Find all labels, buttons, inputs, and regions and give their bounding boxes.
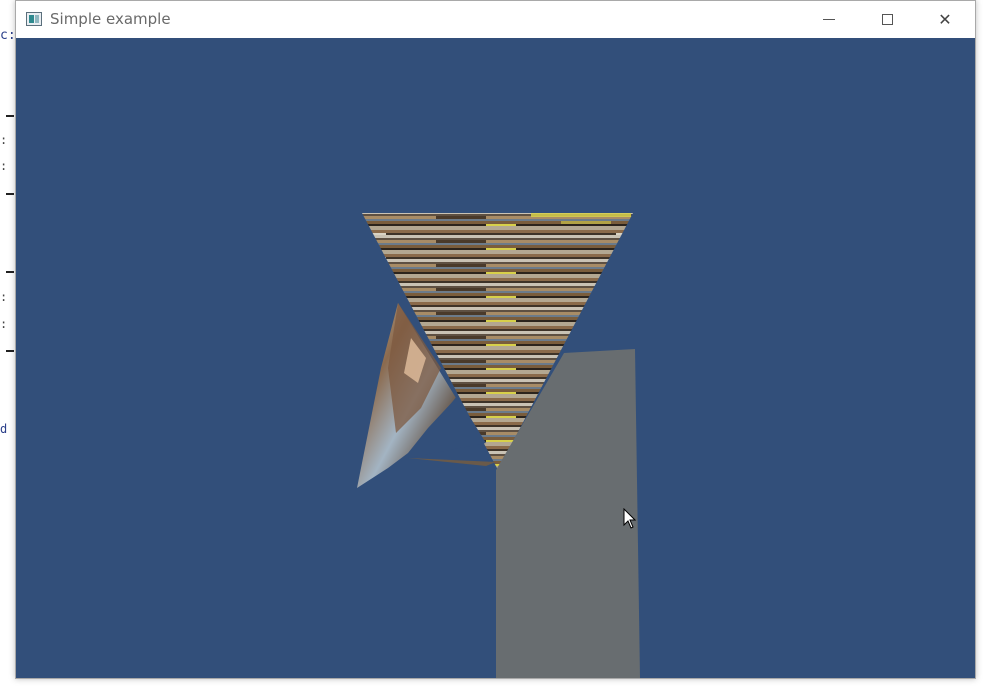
editor-colon-marker: : — [0, 133, 8, 147]
maximize-icon — [881, 14, 893, 25]
texture-highlight — [531, 213, 631, 217]
thin-sliver — [408, 458, 496, 466]
editor-text-fragment: d — [0, 422, 8, 436]
minimize-icon — [823, 19, 835, 20]
app-window: Simple example ✕ — [15, 0, 976, 679]
editor-colon-marker: : — [0, 159, 8, 173]
rendered-scene — [357, 213, 640, 678]
close-icon: ✕ — [938, 10, 952, 29]
window-title: Simple example — [50, 10, 171, 28]
background-editor-bottom — [0, 680, 990, 700]
editor-dash-marker — [6, 115, 14, 117]
editor-dash-marker — [6, 350, 14, 352]
mouse-cursor-icon — [623, 508, 637, 529]
close-button[interactable]: ✕ — [916, 1, 974, 38]
render-viewport[interactable] — [16, 38, 975, 678]
editor-colon-marker: : — [0, 317, 8, 331]
editor-dash-marker — [6, 271, 14, 273]
maximize-button[interactable] — [858, 1, 916, 38]
editor-dash-marker — [6, 193, 14, 195]
background-code-editor: c:3 : : : : d — [0, 0, 23, 700]
background-editor-right — [976, 0, 990, 700]
app-icon[interactable] — [26, 12, 42, 26]
desktop: c:3 : : : : d Simple example ✕ — [0, 0, 990, 700]
editor-colon-marker: : — [0, 290, 8, 304]
texture-highlight — [561, 221, 611, 224]
title-bar[interactable]: Simple example ✕ — [16, 1, 975, 38]
minimize-button[interactable] — [800, 1, 858, 38]
